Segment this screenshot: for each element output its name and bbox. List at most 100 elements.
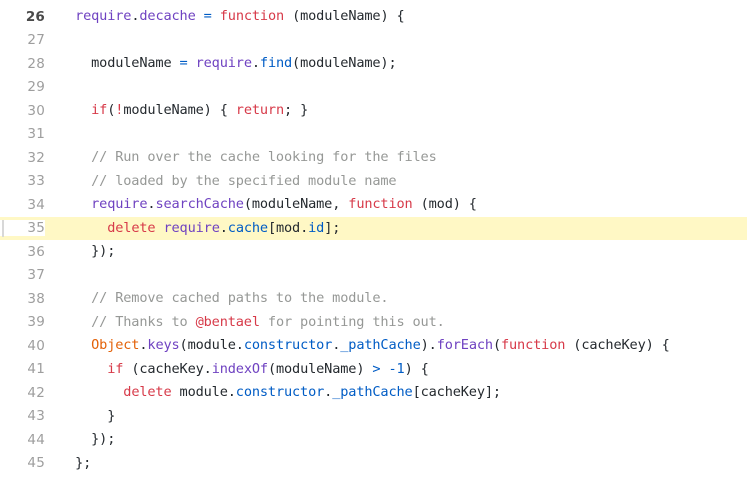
token-keyword: function (500, 337, 566, 353)
line-number[interactable]: 42 (0, 385, 45, 401)
line-number[interactable]: 34 (0, 197, 45, 213)
line-number[interactable]: 38 (0, 291, 45, 307)
code-line[interactable]: 39 // Thanks to @bentael for pointing th… (0, 311, 747, 335)
token-ident: forEach (436, 337, 493, 353)
token-plain: (module. (179, 337, 244, 353)
line-number[interactable]: 27 (0, 32, 45, 48)
token-plain: ) { (404, 360, 429, 377)
code-line[interactable]: 35 delete require.cache[mod.id]; (0, 216, 747, 241)
code-line[interactable]: 31 (0, 123, 747, 147)
code-line[interactable]: 44 }); (0, 428, 747, 452)
token-keyword: if (91, 102, 108, 118)
token-comment: // Remove cached paths to the module. (91, 290, 389, 306)
token-punct: . (219, 219, 228, 236)
token-plain: }; (59, 454, 92, 471)
token-plain: [cacheKey]; (412, 384, 502, 400)
token-plain: moduleName (59, 55, 180, 71)
line-number[interactable]: 43 (0, 408, 45, 424)
code-line[interactable]: 45 }; (0, 452, 747, 476)
code-line[interactable]: 26 require.decache = function (moduleNam… (0, 5, 747, 29)
token-plain: }); (59, 431, 116, 447)
token-keyword: if (107, 360, 124, 377)
line-content: if (cacheKey.indexOf(moduleName) > -1) { (45, 358, 747, 382)
code-viewer: 26 require.decache = function (moduleNam… (0, 0, 747, 503)
token-plain: } (59, 407, 116, 424)
token-punct: . (324, 384, 333, 400)
code-line[interactable]: 32 // Run over the cache looking for the… (0, 146, 747, 170)
token-plain: ). (420, 337, 437, 353)
token-plain: (moduleName) (267, 360, 373, 377)
line-number[interactable]: 29 (0, 79, 45, 95)
token-comment: // Run over the cache looking for the fi… (91, 149, 437, 165)
line-number[interactable]: 33 (0, 173, 45, 189)
token-keyword: return (235, 102, 285, 118)
token-plain: (cacheKey. (123, 360, 212, 377)
token-comment: // Thanks to (91, 313, 196, 330)
code-line[interactable]: 41 if (cacheKey.indexOf(moduleName) > -1… (0, 358, 747, 382)
line-number[interactable]: 37 (0, 267, 45, 283)
token-keyword: delete (107, 219, 156, 236)
line-number[interactable]: 36 (0, 244, 45, 260)
code-line[interactable]: 27 (0, 29, 747, 53)
line-content: // Remove cached paths to the module. (45, 287, 747, 311)
token-prop: constructor (235, 384, 325, 400)
code-line[interactable]: 43 } (0, 405, 747, 429)
line-number[interactable]: 41 (0, 361, 45, 377)
code-line[interactable]: 42 delete module.constructor._pathCache[… (0, 381, 747, 405)
code-line[interactable]: 30 if(!moduleName) { return; } (0, 99, 747, 123)
line-number[interactable]: 26 (0, 9, 45, 25)
line-number[interactable]: 40 (0, 338, 45, 354)
token-plain: module. (171, 384, 236, 400)
code-line[interactable]: 28 moduleName = require.find(moduleName)… (0, 52, 747, 76)
line-number[interactable]: 28 (0, 56, 45, 72)
code-line[interactable]: 33 // loaded by the specified module nam… (0, 170, 747, 194)
line-number[interactable]: 35 (0, 220, 45, 237)
token-ident: searchCache (155, 196, 244, 212)
token-op: = (179, 55, 188, 71)
line-number[interactable]: 31 (0, 126, 45, 142)
line-number[interactable]: 44 (0, 432, 45, 448)
token-op: = (203, 8, 212, 24)
token-prop: _pathCache (332, 384, 413, 400)
token-ident: decache (139, 8, 196, 24)
line-number[interactable]: 30 (0, 103, 45, 119)
token-punct: . (251, 55, 260, 71)
code-line[interactable]: 29 (0, 76, 747, 100)
line-number[interactable]: 45 (0, 455, 45, 471)
code-line[interactable]: 37 (0, 264, 747, 288)
token-prop: cache (227, 219, 268, 236)
line-marker-icon (2, 219, 4, 237)
code-line[interactable]: 34 require.searchCache(moduleName, funct… (0, 193, 747, 217)
code-line[interactable]: 40 Object.keys(module.constructor._pathC… (0, 334, 747, 358)
line-content: moduleName = require.find(moduleName); (45, 52, 747, 76)
token-plain: (moduleName); (292, 55, 397, 71)
line-content: // Run over the cache looking for the fi… (45, 146, 747, 170)
code-line[interactable]: 38 // Remove cached paths to the module. (0, 287, 747, 311)
token-ident: require (75, 8, 132, 24)
token-keyword: function (348, 196, 413, 212)
code-line[interactable]: 36 }); (0, 240, 747, 264)
token-comment: for pointing this out. (259, 313, 445, 330)
line-number[interactable]: 32 (0, 150, 45, 166)
token-punct: ( (492, 337, 501, 353)
token-plain: (cacheKey) { (565, 337, 670, 353)
line-number[interactable]: 39 (0, 314, 45, 330)
token-plain: ; } (284, 102, 309, 118)
token-plain: (mod) { (412, 196, 477, 212)
line-content: }); (45, 428, 747, 452)
line-content: delete require.cache[mod.id]; (45, 217, 747, 241)
token-plain: [mod. (267, 219, 309, 236)
token-ident: indexOf (211, 360, 268, 377)
token-comment: // loaded by the specified module name (91, 172, 397, 189)
token-num: -1 (388, 360, 405, 377)
token-global: Object (91, 337, 140, 353)
